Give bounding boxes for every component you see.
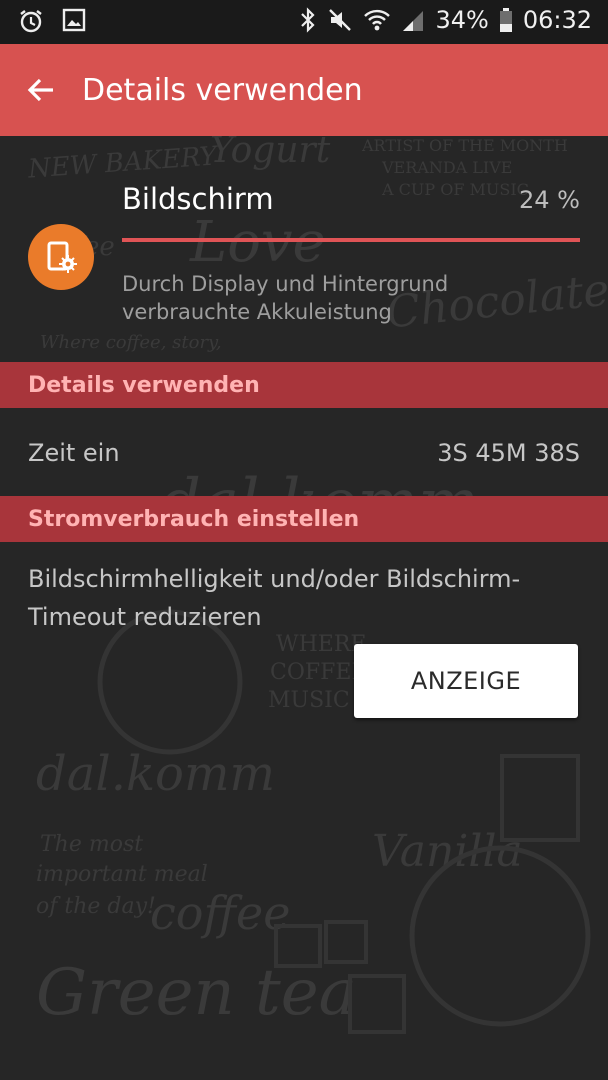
usage-progress-fill bbox=[122, 238, 580, 242]
app-bar: Details verwenden bbox=[0, 44, 608, 136]
display-settings-button[interactable]: ANZEIGE bbox=[354, 644, 578, 718]
doodle-text: dal.komm bbox=[36, 746, 275, 802]
section-header-power: Stromverbrauch einstellen bbox=[0, 496, 608, 542]
doodle-text: Vanilla bbox=[372, 826, 523, 877]
doodle-text: of the day! bbox=[36, 894, 156, 919]
image-icon bbox=[62, 8, 86, 34]
usage-item: Bildschirm 24 % Durch Display und Hinter… bbox=[0, 136, 608, 362]
power-tip: Bildschirmhelligkeit und/oder Bildschirm… bbox=[28, 565, 521, 631]
battery-icon bbox=[499, 7, 513, 33]
mute-icon bbox=[327, 7, 353, 33]
arrow-left-icon bbox=[27, 78, 53, 102]
bluetooth-icon bbox=[299, 7, 317, 33]
doodle-text: important meal bbox=[36, 862, 208, 887]
section-title: Details verwenden bbox=[28, 372, 260, 398]
time-on-value: 3S 45M 38S bbox=[437, 439, 580, 467]
section-header-details: Details verwenden bbox=[0, 362, 608, 408]
signal-icon bbox=[401, 7, 425, 33]
alarm-icon bbox=[18, 8, 44, 34]
battery-percent: 34% bbox=[435, 6, 489, 34]
page-title: Details verwenden bbox=[82, 72, 363, 108]
item-title: Bildschirm bbox=[122, 182, 274, 216]
usage-progress-bar bbox=[122, 238, 580, 242]
item-description: Durch Display und Hintergrund verbraucht… bbox=[122, 272, 449, 324]
status-bar: 34% 06:32 bbox=[0, 0, 608, 44]
back-button[interactable] bbox=[0, 44, 82, 136]
section-title: Stromverbrauch einstellen bbox=[28, 506, 360, 532]
time-on-label: Zeit ein bbox=[28, 439, 120, 467]
doodle-text: The most bbox=[40, 832, 144, 857]
doodle-text: Green tea bbox=[36, 956, 357, 1030]
doodle-text: coffee bbox=[150, 886, 291, 940]
screen-settings-icon bbox=[28, 224, 94, 290]
time-on-row: Zeit ein 3S 45M 38S bbox=[0, 410, 608, 496]
clock: 06:32 bbox=[522, 6, 592, 34]
wifi-icon bbox=[363, 7, 391, 33]
item-percent: 24 % bbox=[519, 186, 580, 214]
